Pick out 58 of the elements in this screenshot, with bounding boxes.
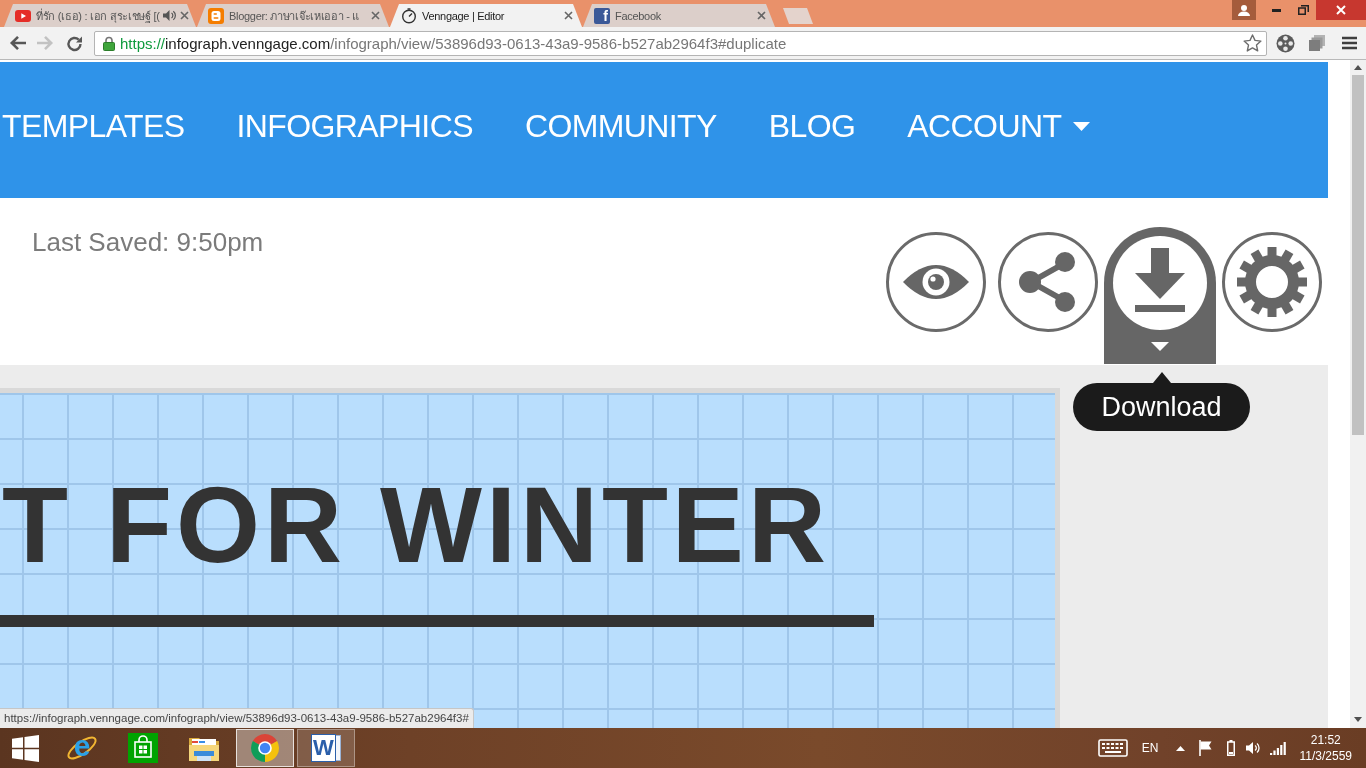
caret-up-icon[interactable] <box>1175 745 1185 751</box>
profile-button[interactable] <box>1232 0 1256 20</box>
nav-link[interactable]: ACCOUNT <box>907 107 1091 145</box>
tooltip: Download <box>1073 372 1250 431</box>
restore-icon <box>1297 5 1309 15</box>
address-bar[interactable]: https://infograph.venngage.com/infograph/view/53896d93-0613-43a9-9586-b527ab2964f3#duplicate <box>94 30 1267 56</box>
back-icon <box>9 35 27 51</box>
shopping-bag-icon <box>128 733 158 763</box>
signal-icon[interactable] <box>1269 741 1286 755</box>
infographic-heading: T FOR WINTER <box>2 471 830 579</box>
settings-icon <box>1237 247 1307 317</box>
caret-icon <box>1151 342 1169 351</box>
logo-icon <box>208 7 224 24</box>
lock-icon <box>103 35 115 51</box>
flag-icon[interactable] <box>1198 740 1212 756</box>
clock-time[interactable]: 21:52 <box>1310 732 1341 748</box>
download-icon <box>1135 248 1185 312</box>
nav-link[interactable]: TEMPLATES <box>2 107 185 145</box>
browser-tab[interactable]: ที่รัก (เธอ) : เอก สุระเชษฐ์ [( <box>4 4 196 27</box>
reload-icon <box>66 34 83 52</box>
browser-logo-icon <box>250 733 280 763</box>
nav-link[interactable]: COMMUNITY <box>524 107 717 145</box>
close-icon[interactable] <box>371 11 380 20</box>
film-reel-icon[interactable] <box>1276 33 1295 53</box>
taskbar-button[interactable]: W <box>297 729 355 767</box>
user-icon <box>1238 4 1250 16</box>
star-icon[interactable] <box>1243 34 1262 52</box>
up-arrow-icon[interactable] <box>1354 65 1362 70</box>
browser-tab[interactable]: f Facebook <box>583 4 775 27</box>
browser-tab[interactable]: Blogger: ภาษาเจ๊ะเหเออา - แ <box>197 4 389 27</box>
start-icon <box>11 734 39 762</box>
address-text: https://infograph.venngage.com/infograph/view/53896d93-0613-43a9-9586-b527ab2964f3#duplicate <box>120 34 787 52</box>
status-url: https://infograph.venngage.com/infograph/view/53896d93-0613-43a9-9586-b527ab2964f3# <box>0 708 474 728</box>
save-status: Last Saved: 9:50pm <box>32 227 264 258</box>
battery-icon[interactable] <box>1226 740 1235 756</box>
close-icon <box>1336 5 1346 15</box>
clock-date[interactable]: 11/3/2559 <box>1299 748 1352 764</box>
forward-icon <box>36 35 54 51</box>
download-button[interactable] <box>1104 227 1216 364</box>
minimize-icon <box>1271 8 1281 12</box>
scrollbar-thumb[interactable] <box>1352 75 1364 435</box>
clock-icon <box>401 7 417 24</box>
volume-icon[interactable] <box>1245 741 1260 755</box>
close-icon[interactable] <box>757 11 766 20</box>
nav-link[interactable]: INFOGRAPHICS <box>236 107 473 145</box>
close-button[interactable] <box>1316 0 1366 20</box>
logo-icon: f <box>594 7 610 24</box>
close-icon[interactable] <box>564 11 573 20</box>
back-button[interactable] <box>9 33 27 53</box>
play-icon <box>15 9 31 22</box>
language-indicator[interactable]: EN <box>1141 741 1159 755</box>
stacked-pages-icon[interactable] <box>1308 34 1326 52</box>
close-icon[interactable] <box>179 11 189 20</box>
down-arrow-icon[interactable] <box>1354 717 1362 722</box>
menu-icon[interactable] <box>1342 36 1357 50</box>
nav-link[interactable]: BLOG <box>768 107 856 145</box>
keyboard-icon[interactable] <box>1097 739 1128 757</box>
browser-tab[interactable]: Venngage | Editor <box>390 4 582 27</box>
